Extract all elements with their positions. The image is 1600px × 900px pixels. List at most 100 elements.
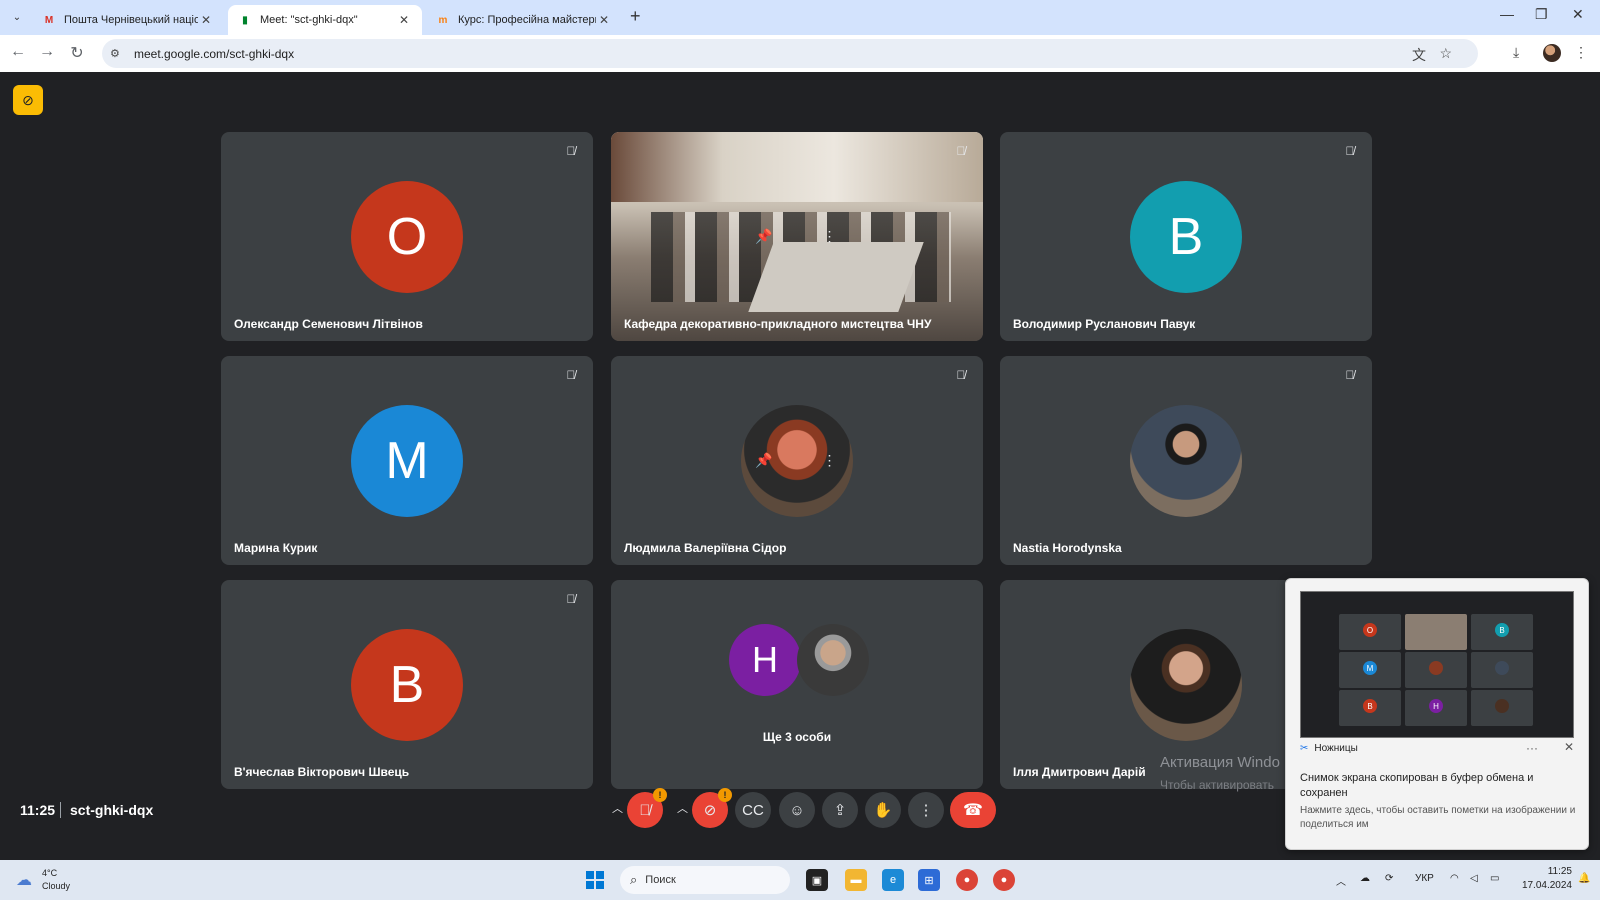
restore-icon[interactable]: ❐ (1535, 6, 1548, 23)
tray-overflow-icon[interactable]: ︿ (1336, 873, 1346, 888)
participant-name: Ілля Дмитрович Дарій (1013, 765, 1146, 779)
mini-avatar (1495, 661, 1509, 675)
video-options-chevron-icon[interactable]: ︿ (677, 800, 688, 816)
search-placeholder: Поиск (645, 874, 676, 886)
start-button[interactable] (586, 871, 604, 889)
mic-off-icon: 🎙̸ (639, 801, 651, 819)
profile-avatar[interactable] (1543, 44, 1561, 62)
screenshot-thumbnail[interactable]: О В М В Н (1300, 591, 1574, 738)
snip-sub-message[interactable]: Нажмите здесь, чтобы оставить пометки на… (1300, 804, 1580, 832)
mic-off-icon: 🎙̸ (566, 592, 576, 606)
captions-button[interactable]: CC (735, 792, 771, 828)
participant-tile[interactable]: М 🎙̸ Марина Курик (221, 356, 593, 565)
mic-off-icon: 🎙̸ (566, 368, 576, 382)
close-window-icon[interactable]: ✕ (1572, 6, 1584, 23)
tab-search-icon[interactable]: ⌄ (8, 8, 26, 26)
weather-temperature[interactable]: 4°C (42, 868, 57, 878)
more-options-icon[interactable]: ⋮ (822, 228, 836, 245)
tab-title: Пошта Чернівецький націона... (64, 14, 198, 26)
taskbar-search[interactable]: ⌕ Поиск (620, 866, 790, 894)
audio-options-chevron-icon[interactable]: ︿ (612, 800, 623, 816)
browser-tab-strip: ⌄ M Пошта Чернівецький націона... ✕ ▮ Me… (0, 0, 1600, 35)
minimize-icon[interactable]: — (1500, 6, 1514, 22)
mini-tile (1471, 652, 1533, 688)
forward-icon[interactable]: → (37, 43, 57, 61)
participant-tile[interactable]: В 🎙̸ В'ячеслав Вікторович Швець (221, 580, 593, 789)
participant-name: Людмила Валеріївна Сідор (624, 541, 787, 555)
scissors-icon: ✂ (1300, 743, 1309, 754)
cloud-icon[interactable]: ☁ (16, 870, 32, 890)
participant-tile[interactable]: О 🎙̸ Олександр Семенович Літвінов (221, 132, 593, 341)
leave-call-button[interactable]: ☎ (950, 792, 996, 828)
chrome-profile-icon[interactable]: ● (993, 869, 1015, 891)
warning-badge: ! (653, 788, 667, 802)
participant-name: В'ячеслав Вікторович Швець (234, 765, 410, 779)
present-screen-icon: ⇪ (833, 802, 847, 819)
mini-tile: В (1471, 614, 1533, 650)
sync-icon[interactable]: ⟳ (1385, 873, 1393, 884)
avatar-photo (797, 624, 869, 696)
more-options-icon[interactable]: ⋮ (822, 452, 836, 469)
camera-toggle-button[interactable]: ⊘ ! (692, 788, 732, 828)
reload-icon[interactable]: ↻ (67, 43, 87, 63)
weather-condition[interactable]: Cloudy (42, 881, 70, 891)
address-bar[interactable]: ⚙ meet.google.com/sct-ghki-dqx 文 ☆ (102, 39, 1478, 68)
task-view-icon[interactable]: ▣ (806, 869, 828, 891)
pin-icon[interactable]: 📌 (755, 228, 772, 245)
bookmark-star-icon[interactable]: ☆ (1439, 45, 1452, 62)
participant-tile[interactable]: 📌 ⋮ 🎙̸ Людмила Валеріївна Сідор (611, 356, 983, 565)
mini-tile (1405, 652, 1467, 688)
new-tab-button[interactable]: + (630, 6, 641, 27)
tab-meet[interactable]: ▮ Meet: "sct-ghki-dqx" ✕ (228, 5, 422, 35)
battery-icon[interactable]: ▭ (1490, 873, 1499, 884)
site-info-icon[interactable]: ⚙ (110, 47, 124, 60)
tab-moodle[interactable]: m Курс: Професійна майстерніст... ✕ (426, 5, 622, 35)
mic-toggle-button[interactable]: 🎙̸ ! (627, 788, 667, 828)
taskbar-date[interactable]: 17.04.2024 (1512, 880, 1572, 891)
more-vert-icon: ⋮ (918, 802, 934, 819)
notification-bell-icon[interactable]: 🔔 (1578, 873, 1590, 884)
close-tab-icon[interactable]: ✕ (198, 13, 214, 27)
raise-hand-button[interactable]: ✋ (865, 792, 901, 828)
avatar-photo (1130, 405, 1242, 517)
others-tile[interactable]: Н Ще 3 особи (611, 580, 983, 789)
participant-tile[interactable]: В 🎙̸ Володимир Русланович Павук (1000, 132, 1372, 341)
back-icon[interactable]: ← (8, 43, 28, 61)
tile-hover-actions: 📌 ⋮ (755, 228, 836, 245)
notification-close-icon[interactable]: ✕ (1564, 740, 1574, 754)
chrome-icon[interactable]: ● (956, 869, 978, 891)
present-button[interactable]: ⇪ (822, 792, 858, 828)
edge-icon[interactable]: e (882, 869, 904, 891)
tab-gmail[interactable]: M Пошта Чернівецький націона... ✕ (32, 5, 224, 35)
taskbar-clock[interactable]: 11:25 (1512, 866, 1572, 877)
translate-icon[interactable]: 文 (1412, 45, 1426, 65)
pin-icon[interactable]: 📌 (755, 452, 772, 469)
chrome-menu-icon[interactable]: ⋮ (1574, 44, 1588, 61)
meet-icon: ▮ (242, 14, 248, 26)
tab-title: Курс: Професійна майстерніст... (458, 14, 596, 26)
mini-avatar: М (1363, 661, 1377, 675)
wifi-icon[interactable]: ◠ (1450, 873, 1459, 884)
moodle-icon: m (438, 14, 448, 26)
more-options-button[interactable]: ⋮ (908, 792, 944, 828)
close-tab-icon[interactable]: ✕ (596, 13, 612, 27)
hang-up-icon: ☎ (963, 802, 983, 819)
participant-tile-video[interactable]: 📌 ⋮ 🎙̸ Кафедра декоративно-прикладного м… (611, 132, 983, 341)
volume-icon[interactable]: ◁ (1470, 873, 1478, 884)
mic-off-icon: 🎙̸ (1345, 144, 1355, 158)
file-explorer-icon[interactable]: ▬ (845, 869, 867, 891)
download-icon[interactable]: ⤓ (1513, 44, 1519, 61)
emoji-icon: ☺ (789, 801, 805, 819)
reactions-button[interactable]: ☺ (779, 792, 815, 828)
mini-tile (1405, 614, 1467, 650)
participant-name: Володимир Русланович Павук (1013, 317, 1196, 331)
participant-tile[interactable]: 🎙̸ Nastia Horodynska (1000, 356, 1372, 565)
windows-activation-watermark: Активация Windo (1160, 754, 1280, 771)
notification-more-icon[interactable]: ··· (1526, 741, 1538, 755)
snip-notification[interactable]: О В М В Н ✂ Ножницы ··· ✕ Снимок экрана … (1285, 578, 1589, 850)
onedrive-icon[interactable]: ☁ (1360, 873, 1370, 884)
language-indicator[interactable]: УКР (1415, 873, 1434, 884)
close-tab-icon[interactable]: ✕ (396, 13, 412, 27)
camera-off-indicator-icon: ⊘ (13, 85, 43, 115)
store-icon[interactable]: ⊞ (918, 869, 940, 891)
